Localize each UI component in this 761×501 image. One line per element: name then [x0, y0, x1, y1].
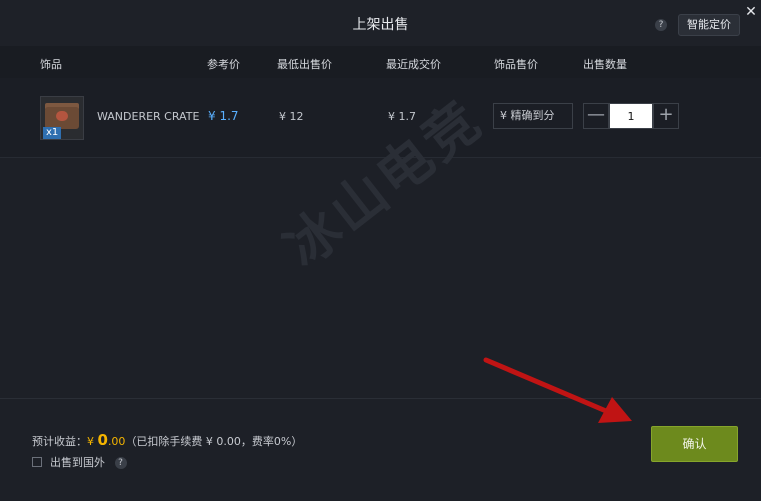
item-qty-badge: x1 — [43, 127, 62, 139]
quantity-decrease-button[interactable]: — — [583, 103, 609, 129]
dialog-title: 上架出售 — [352, 17, 409, 33]
smart-pricing-help-icon[interactable]: ? — [655, 19, 667, 31]
table-header: 饰品 参考价 最低出售价 最近成交价 饰品售价 出售数量 — [0, 46, 761, 78]
header-reference-price: 参考价 — [207, 58, 240, 71]
income-amount-dec: .00 — [107, 435, 126, 448]
header-item: 饰品 — [40, 58, 62, 71]
lowest-price: ¥ 12 — [279, 110, 304, 123]
smart-pricing-button[interactable]: 智能定价 — [678, 14, 740, 36]
item-name: WANDERER CRATE — [97, 110, 200, 123]
reference-price: ¥ 1.7 — [208, 109, 239, 123]
dialog-titlebar: 上架出售 ? 智能定价 ✕ — [0, 0, 761, 46]
dialog-footer: 预计收益：¥ 0.00（已扣除手续费 ¥ 0.00，费率0%） 出售到国外 ? — [0, 398, 761, 501]
header-lowest-price: 最低出售价 — [277, 58, 332, 71]
fee-note: （已扣除手续费 ¥ 0.00，费率0%） — [125, 435, 303, 448]
quantity-increase-button[interactable]: + — [653, 103, 679, 129]
sell-abroad-label: 出售到国外 — [50, 456, 105, 469]
income-amount-int: 0 — [97, 431, 108, 449]
sell-abroad-option: 出售到国外 ? — [32, 454, 127, 470]
quantity-input[interactable]: 1 — [609, 103, 653, 129]
sell-price-input[interactable]: ¥ 精确到分 — [493, 103, 573, 129]
sell-dialog: 上架出售 ? 智能定价 ✕ 饰品 参考价 最低出售价 最近成交价 饰品售价 出售… — [0, 0, 761, 501]
close-icon[interactable]: ✕ — [743, 4, 759, 20]
sell-abroad-checkbox[interactable] — [32, 457, 42, 467]
income-label: 预计收益： — [32, 435, 87, 448]
header-quantity: 出售数量 — [583, 58, 627, 71]
sell-abroad-help-icon[interactable]: ? — [114, 457, 127, 469]
crate-image: x1 — [40, 96, 84, 140]
confirm-button[interactable]: 确认 — [651, 426, 738, 462]
estimated-income: 预计收益：¥ 0.00（已扣除手续费 ¥ 0.00，费率0%） — [32, 431, 302, 449]
header-last-trade-price: 最近成交价 — [386, 58, 441, 71]
income-currency: ¥ — [87, 435, 94, 448]
header-sell-price: 饰品售价 — [494, 58, 538, 71]
crate-emblem-icon — [56, 111, 68, 121]
